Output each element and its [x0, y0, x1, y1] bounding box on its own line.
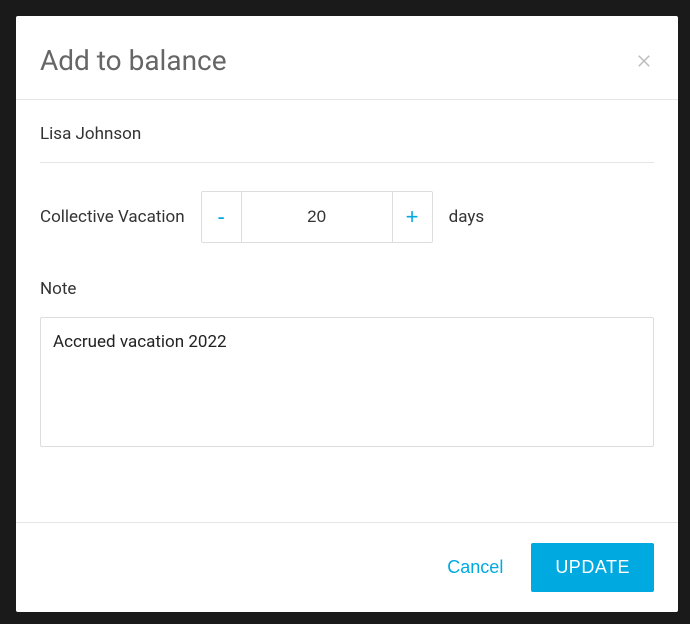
modal-body: Lisa Johnson Collective Vacation - + day…: [16, 100, 678, 522]
modal-header: Add to balance: [16, 16, 678, 100]
note-label: Note: [40, 279, 654, 299]
decrement-button[interactable]: -: [202, 192, 242, 242]
quantity-stepper: - +: [201, 191, 433, 243]
cancel-button[interactable]: Cancel: [447, 557, 503, 578]
update-button[interactable]: UPDATE: [531, 543, 654, 592]
employee-name: Lisa Johnson: [40, 124, 654, 163]
modal-footer: Cancel UPDATE: [16, 522, 678, 612]
modal-title: Add to balance: [40, 44, 227, 77]
note-field[interactable]: [40, 317, 654, 447]
close-icon[interactable]: [634, 51, 654, 71]
balance-type-label: Collective Vacation: [40, 207, 185, 227]
amount-input[interactable]: [242, 192, 392, 242]
balance-row: Collective Vacation - + days: [40, 191, 654, 243]
increment-button[interactable]: +: [392, 192, 432, 242]
add-to-balance-modal: Add to balance Lisa Johnson Collective V…: [16, 16, 678, 612]
unit-label: days: [449, 207, 485, 227]
